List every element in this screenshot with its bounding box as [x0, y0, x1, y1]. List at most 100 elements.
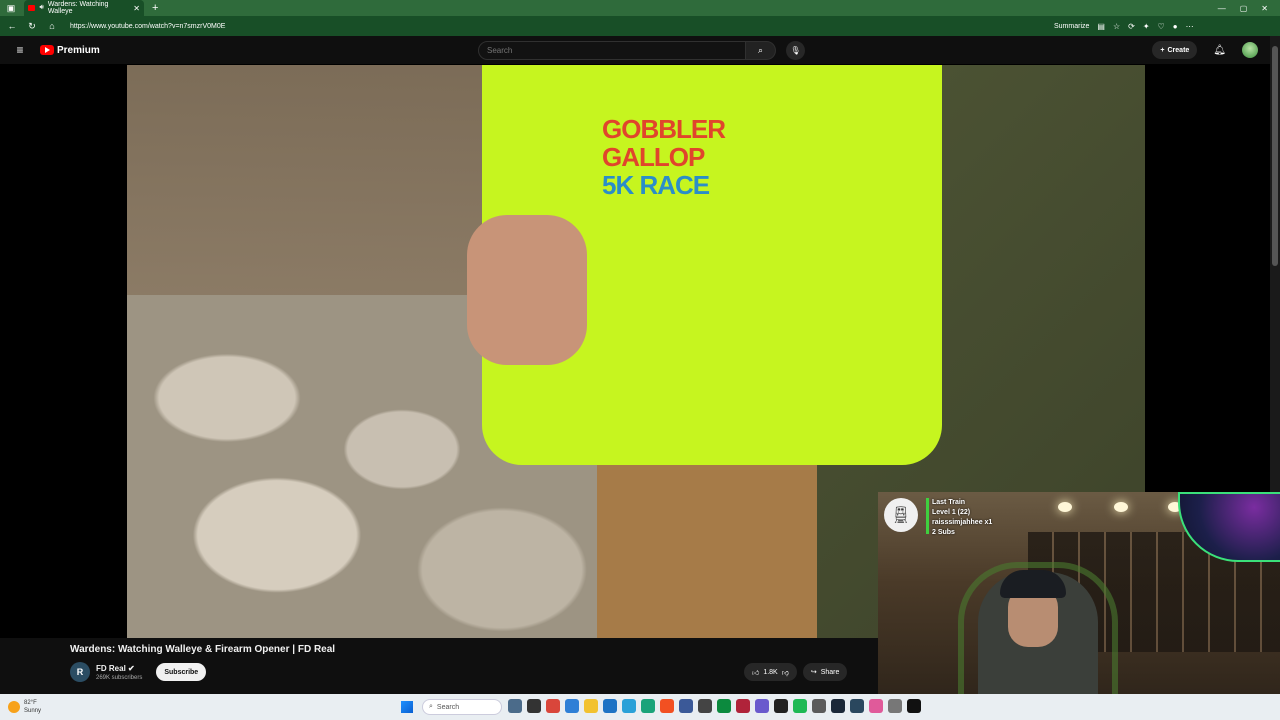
minimize-icon[interactable]: —	[1218, 4, 1226, 13]
file-explorer-icon[interactable]	[584, 699, 598, 713]
dislike-icon[interactable]: 👎︎	[782, 668, 789, 677]
shirt-line-1: GOBBLER	[602, 114, 726, 144]
url-field[interactable]: https://www.youtube.com/watch?v=n7smzrV0…	[66, 19, 1046, 33]
like-button[interactable]: 👍︎ 1.8K 👎︎	[744, 663, 797, 681]
app-icon[interactable]	[888, 699, 902, 713]
app-icon[interactable]	[850, 699, 864, 713]
microphone-icon[interactable]: 🎙︎	[786, 41, 805, 60]
weather-condition: Sunny	[24, 708, 42, 714]
cam-streamer-hat	[1000, 570, 1066, 598]
weather-text: 82°F Sunny	[24, 699, 41, 715]
app-icon[interactable]	[907, 699, 921, 713]
cam-ceiling-light	[1114, 502, 1128, 512]
youtube-masthead: ≡ Premium ⌕ 🎙︎ + Create 🔔︎	[0, 36, 1280, 64]
window-menu-icon[interactable]: ▣	[0, 0, 22, 16]
video-person-arm	[467, 215, 587, 365]
plus-icon: +	[1160, 46, 1165, 54]
channel-avatar[interactable]: R	[70, 662, 90, 682]
shirt-print: GOBBLER GALLOP 5K RACE	[602, 115, 802, 225]
share-button[interactable]: ↪ Share	[802, 663, 848, 681]
maximize-icon[interactable]: ▢	[1240, 4, 1248, 13]
video-title: Wardens: Watching Walleye & Firearm Open…	[70, 644, 336, 655]
account-avatar[interactable]	[1242, 42, 1258, 58]
spotify-icon[interactable]	[793, 699, 807, 713]
create-button[interactable]: + Create	[1152, 41, 1198, 59]
channel-name[interactable]: FD Real ✔︎	[96, 664, 142, 673]
scrollbar-thumb[interactable]	[1272, 46, 1278, 266]
like-count: 1.8K	[763, 668, 778, 676]
search-icon[interactable]: ⌕	[746, 41, 776, 60]
weather-widget[interactable]: 82°F Sunny	[0, 699, 41, 715]
shirt-line-3: 5K RACE	[602, 170, 710, 200]
app-icon[interactable]	[698, 699, 712, 713]
channel-info: FD Real ✔︎ 269K subscribers	[96, 664, 142, 681]
share-icon: ↪	[810, 669, 817, 676]
app-icon[interactable]	[527, 699, 541, 713]
more-menu-icon[interactable]: ⋯	[1186, 22, 1194, 31]
app-icon[interactable]	[869, 699, 883, 713]
app-icon[interactable]	[546, 699, 560, 713]
browser-tab[interactable]: 🔊︎ Wardens: Watching Walleye ✕	[24, 0, 144, 16]
app-icon[interactable]	[717, 699, 731, 713]
hype-train-level: Level 1 (22)	[932, 509, 971, 516]
app-icon[interactable]	[660, 699, 674, 713]
channel-row: R FD Real ✔︎ 269K subscribers Subscribe …	[70, 660, 880, 684]
app-icon[interactable]	[679, 699, 693, 713]
channel-name-text[interactable]: FD Real	[96, 664, 126, 673]
profile-icon[interactable]: ●	[1173, 22, 1178, 31]
share-label: Share	[820, 668, 840, 676]
sun-icon	[8, 701, 20, 713]
app-icon[interactable]	[774, 699, 788, 713]
browser-tab-bar: ▣ 🔊︎ Wardens: Watching Walleye ✕ + — ▢ ✕	[0, 0, 1280, 16]
refresh-extension-icon[interactable]: ⟳	[1128, 22, 1135, 31]
shirt-line-2: GALLOP	[602, 142, 705, 172]
subscribe-button[interactable]: Subscribe	[156, 663, 207, 681]
tab-title: Wardens: Watching Walleye	[47, 1, 109, 15]
home-icon[interactable]: ⌂	[46, 21, 58, 31]
app-icon[interactable]	[603, 699, 617, 713]
hamburger-menu-icon[interactable]: ≡	[0, 43, 40, 57]
search-box: ⌕ 🎙︎	[478, 41, 805, 60]
close-tab-icon[interactable]: ✕	[133, 4, 140, 13]
task-view-icon[interactable]	[508, 699, 522, 713]
taskbar-search-icon: ⌕	[429, 703, 433, 710]
hype-train-subs: 2 Subs	[932, 529, 955, 536]
search-input[interactable]	[478, 41, 746, 60]
summarize-button[interactable]: Summarize	[1054, 23, 1089, 30]
temperature: 82°F	[24, 700, 37, 706]
reload-icon[interactable]: ↻	[26, 21, 38, 32]
video-actions: 👍︎ 1.8K 👎︎ ↪ Share	[744, 663, 848, 681]
app-icon[interactable]	[812, 699, 826, 713]
address-bar-row: ← ↻ ⌂ https://www.youtube.com/watch?v=n7…	[0, 16, 1280, 36]
address-bar-actions: Summarize ▤ ☆ ⟳ ✦ ♡ ● ⋯	[1054, 22, 1194, 31]
favorites-icon[interactable]: ♡	[1158, 22, 1165, 31]
hype-train-contributor: raisssimjahhee x1	[932, 519, 993, 526]
star-icon[interactable]: ☆	[1113, 22, 1120, 31]
notifications-bell-icon[interactable]: 🔔︎	[1213, 45, 1226, 56]
youtube-favicon-icon	[28, 5, 36, 11]
edge-icon[interactable]	[641, 699, 655, 713]
extensions-icon[interactable]: ✦	[1143, 22, 1150, 31]
subscriber-count: 269K subscribers	[96, 674, 143, 681]
taskbar-search[interactable]: ⌕ Search	[422, 699, 502, 715]
new-tab-button[interactable]: +	[152, 2, 158, 14]
outlook-icon[interactable]	[622, 699, 636, 713]
webcam-overlay: 🚆︎ Last Train Level 1 (22) raisssimjahhe…	[878, 492, 1280, 720]
cam-ceiling-light	[1058, 502, 1072, 512]
hype-train-info: Last Train Level 1 (22) raisssimjahhee x…	[932, 498, 992, 538]
back-icon[interactable]: ←	[6, 21, 18, 31]
taskbar-apps	[508, 699, 921, 713]
masthead-actions: + Create 🔔︎	[1152, 41, 1258, 59]
windows-taskbar: 82°F Sunny ⌕ Search	[0, 694, 1280, 720]
steam-icon[interactable]	[831, 699, 845, 713]
youtube-premium-logo[interactable]: Premium	[40, 45, 100, 56]
windows-start-icon[interactable]	[401, 701, 413, 713]
app-icon[interactable]	[565, 699, 579, 713]
discord-icon[interactable]	[755, 699, 769, 713]
reader-icon[interactable]: ▤	[1097, 22, 1105, 31]
app-icon[interactable]	[736, 699, 750, 713]
video-person-pants	[597, 445, 817, 638]
youtube-logo-icon	[40, 45, 54, 55]
create-label: Create	[1167, 46, 1190, 54]
close-window-icon[interactable]: ✕	[1261, 4, 1268, 13]
